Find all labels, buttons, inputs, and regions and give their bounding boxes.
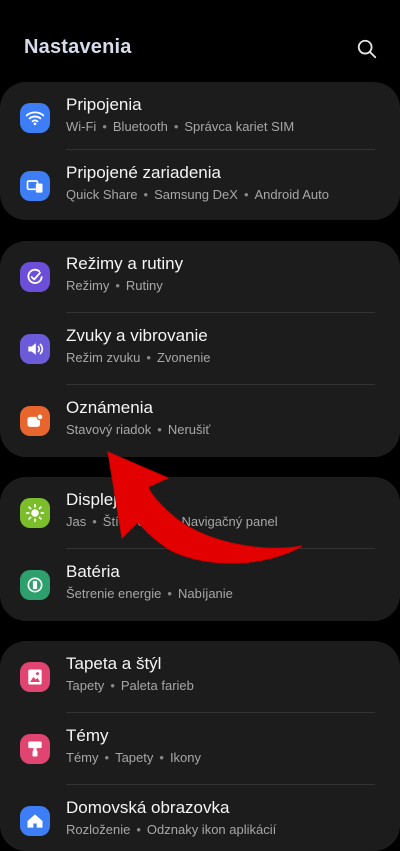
- item-label: Pripojené zariadenia: [66, 163, 221, 182]
- item-label: Displej: [66, 490, 118, 509]
- search-icon[interactable]: [356, 38, 378, 60]
- settings-item-connections[interactable]: Pripojenia Wi-Fi • Bluetooth • Správca karie…: [0, 82, 400, 150]
- settings-group-modes: Režimy a rutiny Režimy • Rutiny Zvuky a vi…: [0, 241, 400, 457]
- item-subtitle: Stavový riadok • Nerušiť: [66, 422, 211, 437]
- devices-icon: [20, 171, 50, 201]
- item-label: Režimy a rutiny: [66, 254, 184, 273]
- settings-item-notifications[interactable]: Oznámenia Stavový riadok • Nerušiť: [0, 385, 400, 457]
- settings-group-display: Displej Jas • Štít pre oči • Navigačný panel…: [0, 477, 400, 621]
- item-label: Oznámenia: [66, 398, 153, 417]
- settings-item-connected-devices[interactable]: Pripojené zariadenia Quick Share • Samsung…: [0, 150, 400, 220]
- themes-icon: [20, 734, 50, 764]
- item-label: Tapeta a štýl: [66, 654, 162, 673]
- settings-item-sounds[interactable]: Zvuky a vibrovanie Režim zvuku • Zvonenie: [0, 313, 400, 385]
- item-label: Domovská obrazovka: [66, 798, 230, 817]
- item-label: Pripojenia: [66, 95, 142, 114]
- page-title: Nastavenia: [24, 36, 132, 58]
- item-subtitle: Tapety • Paleta farieb: [66, 678, 194, 693]
- battery-icon: [20, 570, 50, 600]
- wifi-icon: [20, 103, 50, 133]
- item-subtitle: Wi-Fi • Bluetooth • Správca kariet SIM: [66, 119, 295, 134]
- item-label: Batéria: [66, 562, 120, 581]
- settings-group-connections: Pripojenia Wi-Fi • Bluetooth • Správca karie…: [0, 82, 400, 220]
- settings-item-battery[interactable]: Batéria Šetrenie energie • Nabíjanie: [0, 549, 400, 621]
- settings-group-wallpaper: Tapeta a štýl Tapety • Paleta farieb Témy …: [0, 641, 400, 851]
- item-subtitle: Jas • Štít pre oči • Navigačný panel: [66, 514, 278, 529]
- item-subtitle: Režim zvuku • Zvonenie: [66, 350, 211, 365]
- wallpaper-icon: [20, 662, 50, 692]
- settings-item-themes[interactable]: Témy Témy • Tapety • Ikony: [0, 713, 400, 785]
- item-label: Zvuky a vibrovanie: [66, 326, 208, 345]
- settings-item-display[interactable]: Displej Jas • Štít pre oči • Navigačný panel: [0, 477, 400, 549]
- settings-item-home-screen[interactable]: Domovská obrazovka Rozloženie • Odznaky ik…: [0, 785, 400, 851]
- item-label: Témy: [66, 726, 109, 745]
- settings-item-wallpaper[interactable]: Tapeta a štýl Tapety • Paleta farieb: [0, 641, 400, 713]
- home-icon: [20, 806, 50, 836]
- display-icon: [20, 498, 50, 528]
- app-header: Nastavenia: [0, 0, 400, 82]
- modes-icon: [20, 262, 50, 292]
- item-subtitle: Quick Share • Samsung DeX • Android Auto: [66, 187, 329, 202]
- volume-icon: [20, 334, 50, 364]
- notifications-icon: [20, 406, 50, 436]
- item-subtitle: Šetrenie energie • Nabíjanie: [66, 586, 233, 601]
- settings-item-modes-routines[interactable]: Režimy a rutiny Režimy • Rutiny: [0, 241, 400, 313]
- item-subtitle: Témy • Tapety • Ikony: [66, 750, 202, 765]
- item-subtitle: Režimy • Rutiny: [66, 278, 163, 293]
